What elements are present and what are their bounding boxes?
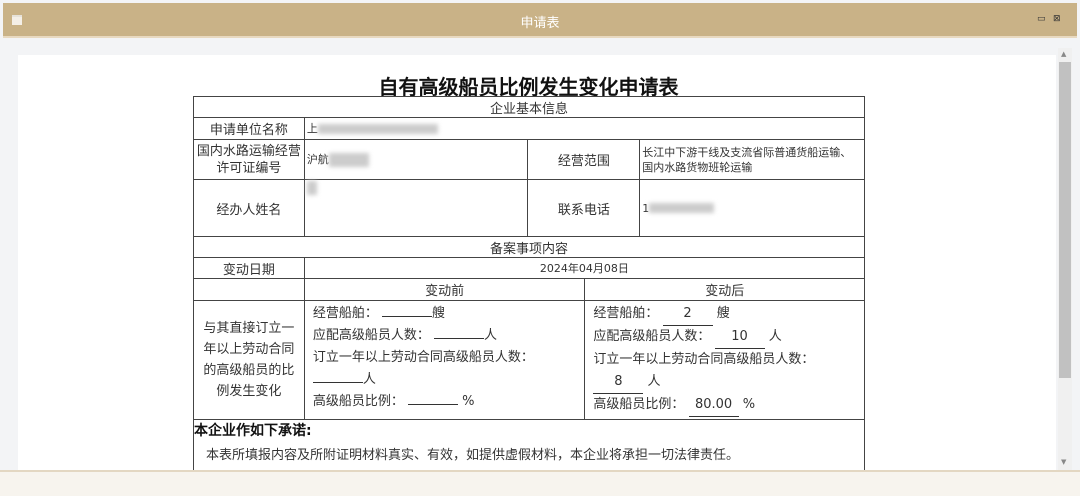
application-table: 企业基本信息 申请单位名称 上 国内水路运输经营许可证编号 沪航 经营范围 长江…	[193, 96, 866, 478]
license-value: 沪航	[303, 139, 529, 180]
promise-cell: 本企业作如下承诺: 本表所填报内容及所附证明材料真实、有效，如提供虚假材料，本企…	[193, 419, 865, 478]
before-ratio[interactable]	[407, 404, 458, 405]
close-icon[interactable]: ⊠	[1053, 14, 1061, 24]
window-title: 申请表	[520, 16, 560, 31]
window-titlebar: 申请表 ▭ ⊠	[3, 3, 1077, 38]
before-header: 变动前	[303, 278, 586, 301]
handler-label: 经办人姓名	[193, 179, 305, 237]
change-label: 与其直接订立一年以上劳动合同的高级船员的比例发生变化	[193, 300, 305, 420]
before-contract[interactable]	[312, 382, 363, 383]
after-cell: 经营船舶： 2 艘 应配高级船员人数： 10 人 订立一年以上劳动合同高级船员人…	[584, 300, 865, 420]
window-bottom-border	[0, 470, 1080, 496]
section-basic-info: 企业基本信息	[193, 96, 865, 118]
minimize-icon[interactable]: ▭	[1037, 14, 1046, 24]
before-ships[interactable]	[381, 316, 432, 317]
redacted-block	[317, 123, 438, 134]
phone-label: 联系电话	[527, 179, 641, 237]
scrollbar-thumb[interactable]	[1059, 62, 1071, 378]
promise-title: 本企业作如下承诺:	[194, 423, 312, 439]
scroll-up-icon[interactable]: ▲	[1061, 50, 1066, 58]
scope-value: 长江中下游干线及支流省际普通货船运输、国内水路货物班轮运输	[639, 139, 865, 180]
scroll-down-icon[interactable]: ▼	[1061, 458, 1066, 466]
before-cell: 经营船舶： 艘 应配高级船员人数： 人 订立一年以上劳动合同高级船员人数： 人 …	[303, 300, 586, 420]
redacted-block	[649, 203, 715, 213]
after-required[interactable]: 10	[714, 326, 765, 349]
date-value: 2024年04月08日	[303, 257, 866, 279]
redacted-block	[328, 152, 369, 167]
after-ships[interactable]: 2	[662, 303, 713, 326]
scope-label: 经营范围	[527, 139, 641, 180]
scrollbar[interactable]: ▲ ▼	[1058, 48, 1072, 470]
after-contract[interactable]: 8	[593, 371, 644, 394]
handler-value	[303, 179, 529, 237]
redacted-block	[306, 180, 317, 195]
section-filing: 备案事项内容	[193, 236, 865, 258]
applicant-value: 上	[303, 117, 866, 140]
applicant-label: 申请单位名称	[193, 117, 305, 140]
phone-value: 1	[639, 179, 865, 237]
date-label: 变动日期	[193, 257, 305, 279]
before-required[interactable]	[433, 338, 484, 339]
license-label: 国内水路运输经营许可证编号	[193, 139, 305, 180]
after-header: 变动后	[584, 278, 865, 301]
after-ratio[interactable]: 80.00	[688, 394, 739, 417]
promise-text: 本表所填报内容及所附证明材料真实、有效，如提供虚假材料，本企业将承担一切法律责任…	[206, 448, 740, 463]
